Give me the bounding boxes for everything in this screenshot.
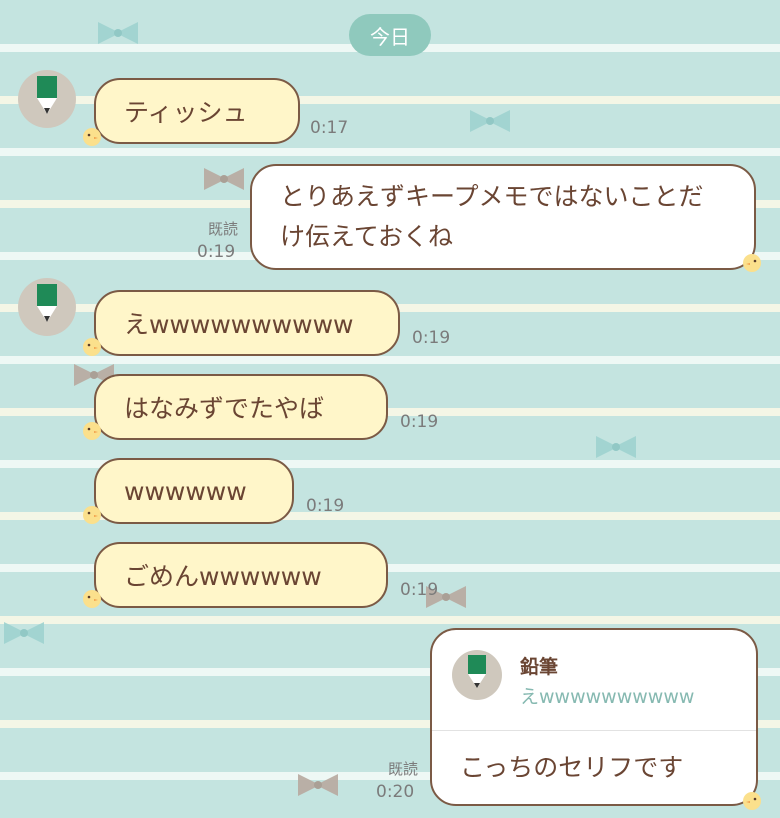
reply-message-card[interactable]: 鉛筆 えwwwwwwwwww こっちのセリフです <box>430 628 758 806</box>
read-receipt: 既読 <box>387 760 418 778</box>
chick-icon <box>80 418 104 442</box>
chick-icon <box>80 124 104 148</box>
bow-decoration-icon <box>594 434 638 460</box>
message-text: ティッシュ <box>124 98 248 127</box>
message-time: 0:19 <box>197 242 236 262</box>
read-receipt: 既読 <box>207 220 238 238</box>
message-text: えwwwwwwwwww <box>124 310 354 339</box>
message-bubble[interactable]: ティッシュ <box>94 78 300 144</box>
message-bubble[interactable]: ごめんwwwwww <box>94 542 388 608</box>
message-text: ごめんwwwwww <box>124 562 322 591</box>
chick-icon <box>80 502 104 526</box>
chick-icon <box>80 334 104 358</box>
message-time: 0:17 <box>310 118 349 138</box>
chick-icon <box>740 250 764 274</box>
message-text: wwwwww <box>124 476 247 506</box>
bow-decoration-icon <box>96 20 140 46</box>
bow-decoration-icon <box>468 108 512 134</box>
message-time: 0:19 <box>306 496 345 516</box>
divider <box>432 730 756 731</box>
message-text: とりあえずキープメモではないことだけ伝えておくね <box>280 182 704 251</box>
bow-decoration-icon <box>2 620 46 646</box>
message-time: 0:20 <box>376 782 415 802</box>
message-bubble[interactable]: wwwwww <box>94 458 294 524</box>
chick-icon <box>740 788 764 812</box>
message-text: はなみずでたやば <box>124 394 325 423</box>
date-badge: 今日 <box>349 14 431 56</box>
message-bubble[interactable]: えwwwwwwwwww <box>94 290 400 356</box>
message-text: こっちのセリフです <box>460 753 684 782</box>
message-time: 0:19 <box>400 412 439 432</box>
quoted-text: えwwwwwwwwww <box>520 686 695 708</box>
avatar[interactable] <box>18 70 76 128</box>
quoted-sender-name: 鉛筆 <box>520 656 559 678</box>
quoted-avatar <box>452 650 502 700</box>
chick-icon <box>80 586 104 610</box>
message-time: 0:19 <box>412 328 451 348</box>
quoted-message[interactable]: 鉛筆 えwwwwwwwwww <box>452 650 742 720</box>
message-bubble[interactable]: はなみずでたやば <box>94 374 388 440</box>
avatar[interactable] <box>18 278 76 336</box>
message-time: 0:19 <box>400 580 439 600</box>
bow-decoration-icon <box>202 166 246 192</box>
message-bubble[interactable]: とりあえずキープメモではないことだけ伝えておくね <box>250 164 756 270</box>
bow-decoration-icon <box>296 772 340 798</box>
